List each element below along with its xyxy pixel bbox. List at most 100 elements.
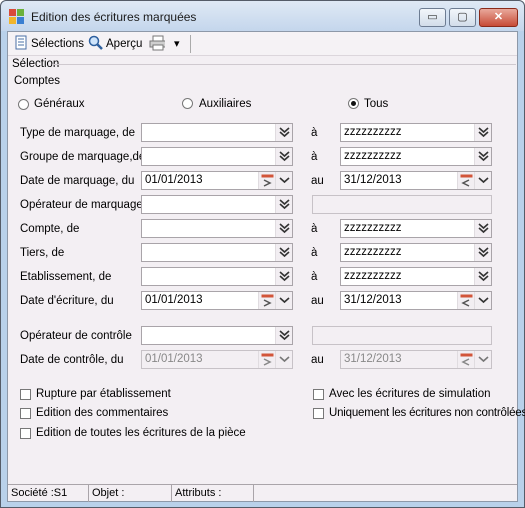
groupe-marquage-to-select[interactable]: zzzzzzzzzz [340,147,492,166]
date-controle-to-field: 31/12/2013 [340,350,492,369]
tiers-from-select[interactable] [141,243,293,262]
maximize-button[interactable]: ▢ [449,8,476,27]
double-chevron-down-icon[interactable] [474,124,491,141]
date-marquage-from-field[interactable]: 01/01/2013 [141,171,293,190]
groupe-marquage-label: Groupe de marquage,de [20,151,146,163]
document-icon [15,35,27,50]
radio-auxiliaires[interactable] [182,98,193,109]
non-controlees-checkbox[interactable] [313,408,324,419]
date-controle-from-field: 01/01/2013 [141,350,293,369]
operateur-controle-select[interactable] [141,326,293,345]
compte-to-select[interactable]: zzzzzzzzzz [340,219,492,238]
radio-auxiliaires-label: Auxiliaires [199,98,252,110]
date-marquage-to-field[interactable]: 31/12/2013 [340,171,492,190]
commentaires-checkbox[interactable] [20,408,31,419]
toolbar: Sélections Aperçu ▾ [8,32,517,56]
selections-button[interactable]: Sélections [31,36,84,52]
date-marquage-label: Date de marquage, du [20,175,135,187]
status-attributs: Attributs : [172,485,254,502]
date-ecriture-to-field[interactable]: 31/12/2013 [340,291,492,310]
toutes-ecritures-checkbox[interactable] [20,428,31,439]
operateur-marquage-name-field [312,195,492,214]
chevron-down-icon [474,351,491,368]
close-button[interactable]: ✕ [479,8,518,27]
groupe-marquage-sep: à [311,151,318,163]
double-chevron-down-icon[interactable] [275,220,292,237]
radio-generaux[interactable] [18,99,29,110]
date-controle-sep: au [311,354,324,366]
etablissement-from-select[interactable] [141,267,293,286]
double-chevron-down-icon[interactable] [275,196,292,213]
double-chevron-down-icon[interactable] [474,244,491,261]
chevron-down-icon [275,351,292,368]
operateur-controle-name-field [312,326,492,345]
compte-from-select[interactable] [141,219,293,238]
close-icon: ✕ [493,11,504,23]
maximize-icon: ▢ [457,11,468,23]
double-chevron-down-icon[interactable] [275,268,292,285]
minimize-button[interactable]: ▭ [419,8,446,27]
calendar-icon[interactable] [258,172,275,189]
calendar-icon[interactable] [258,292,275,309]
calendar-icon [258,351,275,368]
operateur-controle-label: Opérateur de contrôle [20,330,132,342]
double-chevron-down-icon[interactable] [474,148,491,165]
tiers-label: Tiers, de [20,247,65,259]
compte-sep: à [311,223,318,235]
double-chevron-down-icon[interactable] [474,268,491,285]
window-title: Edition des écritures marquées [31,10,197,24]
preview-button[interactable]: Aperçu [106,36,142,52]
title-bar[interactable]: Edition des écritures marquées ▭ ▢ ✕ [1,1,524,31]
etablissement-label: Etablissement, de [20,271,112,283]
chevron-down-icon[interactable] [474,292,491,309]
date-ecriture-label: Date d'écriture, du [20,295,114,307]
type-marquage-from-select[interactable] [141,123,293,142]
toutes-ecritures-checkbox-label: Edition de toutes les écritures de la pi… [36,427,246,439]
app-window: Edition des écritures marquées ▭ ▢ ✕ Sél… [0,0,525,508]
section-divider [52,64,516,65]
operateur-marquage-label: Opérateur de marquage [20,199,143,211]
compte-label: Compte, de [20,223,80,235]
non-controlees-checkbox-label: Uniquement les écritures non contrôlées [329,407,525,419]
status-societe: Société :S1 [8,485,89,502]
operateur-marquage-select[interactable] [141,195,293,214]
rupture-checkbox-label: Rupture par établissement [36,388,171,400]
chevron-down-icon[interactable] [275,172,292,189]
date-ecriture-sep: au [311,295,324,307]
calendar-icon[interactable] [457,172,474,189]
date-marquage-sep: au [311,175,324,187]
toolbar-separator [190,35,191,53]
double-chevron-down-icon[interactable] [275,244,292,261]
double-chevron-down-icon[interactable] [275,124,292,141]
simulation-checkbox[interactable] [313,389,324,400]
tiers-to-select[interactable]: zzzzzzzzzz [340,243,492,262]
double-chevron-down-icon[interactable] [275,327,292,344]
status-bar: Société :S1 Objet : Attributs : [8,484,517,502]
type-marquage-label: Type de marquage, de [20,127,136,139]
printer-icon[interactable] [149,35,165,51]
minimize-icon: ▭ [427,11,438,23]
magnifier-icon [88,35,103,50]
calendar-icon [457,351,474,368]
chevron-down-icon[interactable] [474,172,491,189]
dialog-client: Sélections Aperçu ▾ Sélection Comptes Gé… [7,31,525,502]
etablissement-to-select[interactable]: zzzzzzzzzz [340,267,492,286]
app-icon [9,9,25,25]
radio-tous-label: Tous [364,98,389,110]
commentaires-checkbox-label: Edition des commentaires [36,407,169,419]
tiers-sep: à [311,247,318,259]
print-dropdown-arrow[interactable]: ▾ [174,36,180,52]
double-chevron-down-icon[interactable] [275,148,292,165]
rupture-checkbox[interactable] [20,389,31,400]
double-chevron-down-icon[interactable] [474,220,491,237]
groupe-marquage-from-select[interactable] [141,147,293,166]
date-ecriture-from-field[interactable]: 01/01/2013 [141,291,293,310]
radio-tous[interactable] [348,98,359,109]
date-controle-label: Date de contrôle, du [20,354,124,366]
status-objet: Objet : [89,485,172,502]
simulation-checkbox-label: Avec les écritures de simulation [329,388,491,400]
radio-generaux-label: Généraux [34,98,85,110]
chevron-down-icon[interactable] [275,292,292,309]
type-marquage-to-select[interactable]: zzzzzzzzzz [340,123,492,142]
calendar-icon[interactable] [457,292,474,309]
